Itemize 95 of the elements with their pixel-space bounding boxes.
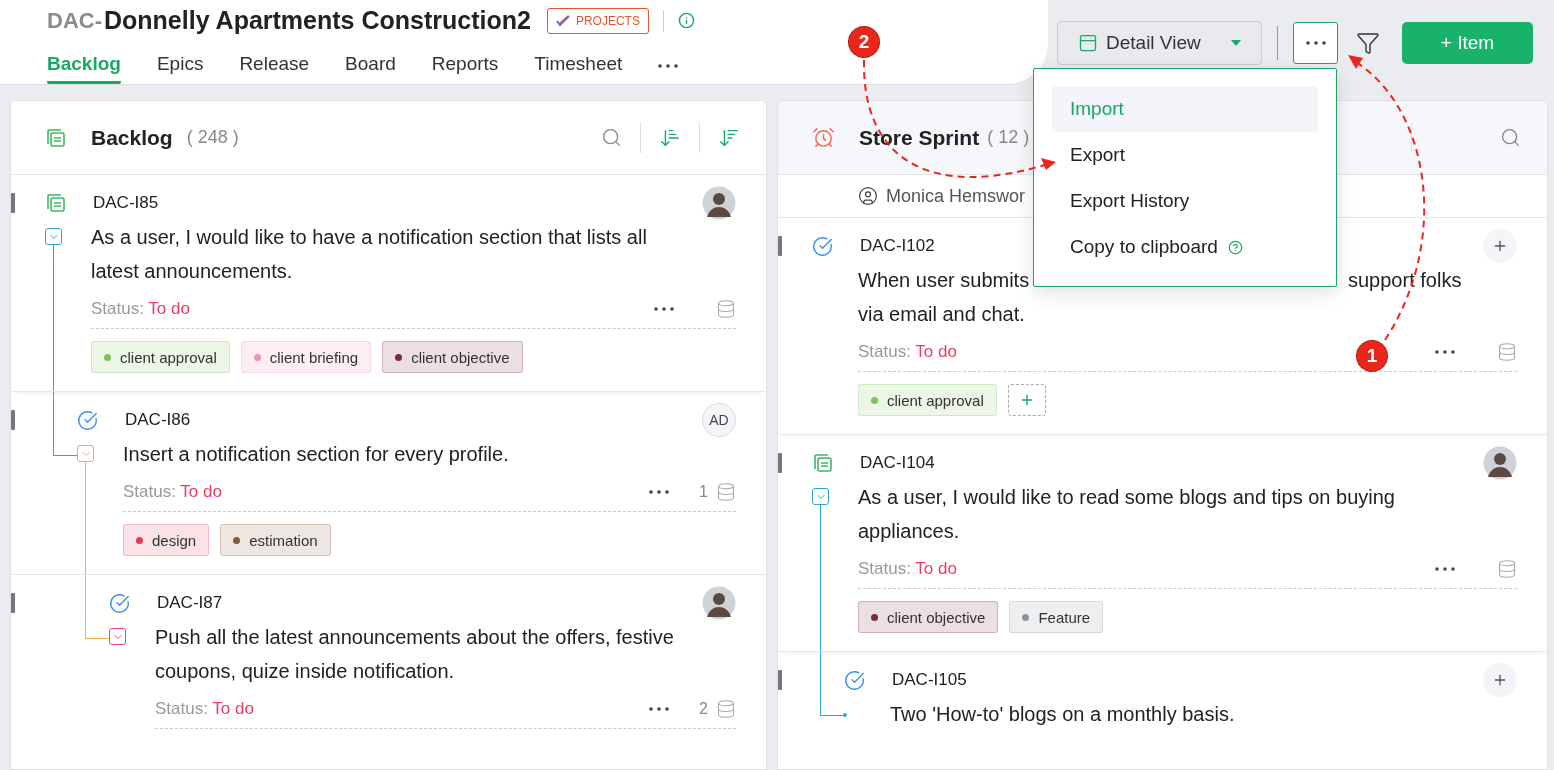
drag-handle[interactable] <box>778 670 782 690</box>
item-id[interactable]: DAC-I105 <box>892 670 967 690</box>
avatar <box>1483 446 1517 480</box>
status-text: Status: To do <box>123 482 222 502</box>
tag: client briefing <box>240 341 372 373</box>
drag-handle[interactable] <box>11 410 15 430</box>
nav-tab[interactable]: Timesheet <box>534 53 623 84</box>
add-assignee-button[interactable] <box>1483 663 1517 697</box>
check-circle-icon <box>812 235 833 257</box>
nav-tab[interactable]: Release <box>239 53 310 84</box>
menu-item[interactable]: Export <box>1052 132 1318 178</box>
document-icon <box>45 126 67 149</box>
more-tabs-icon[interactable] <box>658 64 679 68</box>
add-tag-button[interactable] <box>1007 384 1046 416</box>
item-description: support folks <box>1348 268 1462 293</box>
tag: client objective <box>382 341 523 373</box>
item-id[interactable]: DAC-I104 <box>860 453 935 473</box>
document-icon <box>812 452 834 474</box>
tag: estimation <box>220 524 331 556</box>
filter-icon[interactable] <box>1356 30 1380 55</box>
menu-item[interactable]: Export History <box>1052 178 1318 224</box>
item-id[interactable]: DAC-I87 <box>157 593 223 613</box>
add-assignee-button[interactable] <box>1483 229 1517 263</box>
menu-item[interactable]: Copy to clipboard <box>1052 224 1318 270</box>
more-icon[interactable] <box>654 307 674 311</box>
status-text: Status: To do <box>155 699 254 719</box>
status-text: Status: To do <box>91 299 190 319</box>
more-icon[interactable] <box>1435 567 1455 571</box>
tag: design <box>123 524 210 556</box>
item-description: When user submits <box>858 268 1030 293</box>
item-id[interactable]: DAC-I86 <box>125 410 191 430</box>
nav-tab[interactable]: Epics <box>156 53 204 84</box>
more-icon[interactable] <box>649 707 670 711</box>
nav-tab[interactable]: Reports <box>431 53 499 84</box>
info-icon[interactable] <box>677 12 695 30</box>
collapse-toggle[interactable] <box>109 628 126 645</box>
tag: client approval <box>858 384 997 416</box>
nav-tab[interactable]: Board <box>345 53 396 84</box>
database-icon[interactable] <box>1497 559 1517 579</box>
plus-icon <box>1492 238 1508 254</box>
plus-icon <box>1492 672 1508 688</box>
status-text: Status: To do <box>858 559 957 579</box>
view-dropdown[interactable]: Detail View <box>1057 20 1262 65</box>
caret-icon <box>1230 39 1241 46</box>
search-icon[interactable] <box>601 127 622 148</box>
drag-handle[interactable] <box>778 236 782 256</box>
check-circle-icon <box>109 592 130 614</box>
avatar: AD <box>702 403 736 437</box>
project-title: Donnelly Apartments Construction2 <box>104 6 531 36</box>
projects-badge[interactable]: PROJECTS <box>546 7 649 34</box>
more-icon[interactable] <box>1305 40 1326 45</box>
item-description: via email and chat. <box>858 302 1025 327</box>
avatar <box>702 586 736 620</box>
check-circle-icon <box>77 409 98 431</box>
collapse-toggle[interactable] <box>812 488 829 505</box>
item-id[interactable]: DAC-I85 <box>93 193 159 213</box>
database-icon[interactable] <box>716 482 736 502</box>
item-count: ( 248 ) <box>186 127 239 148</box>
tree-line-end <box>843 713 847 717</box>
tag: client objective <box>858 601 999 633</box>
view-icon <box>1078 32 1098 53</box>
item-description: As a user, I would like to read some blogs and tips on buying appliances. <box>858 485 1396 544</box>
item-id[interactable]: DAC-I102 <box>860 236 935 256</box>
item-count: ( 12 ) <box>987 127 1030 148</box>
sprint-owner: Monica Hemswor <box>886 185 1026 207</box>
avatar <box>702 186 736 220</box>
item-description: Push all the latest announcements about the offers, festive coupons, quize inside notification. <box>155 625 675 684</box>
item-description: Two 'How-to' blogs on a monthly basis. <box>890 702 1236 727</box>
drag-handle[interactable] <box>11 593 15 613</box>
help-icon[interactable] <box>1227 239 1243 255</box>
collapse-toggle[interactable] <box>45 228 62 245</box>
tag: client approval <box>91 341 230 373</box>
tag: Feature <box>1009 601 1104 633</box>
project-prefix: DAC- <box>47 7 102 34</box>
status-text: Status: To do <box>858 342 957 362</box>
drag-handle[interactable] <box>11 193 15 213</box>
item-description: As a user, I would like to have a notification section that lists all latest announcements. <box>91 225 648 284</box>
pencil-check-icon <box>555 14 570 27</box>
count: 1 <box>699 483 708 501</box>
user-icon <box>858 186 878 206</box>
database-icon[interactable] <box>716 699 736 719</box>
item-description: Insert a notification section for every profile. <box>123 442 510 467</box>
panel-title: Store Sprint <box>859 125 980 150</box>
database-icon[interactable] <box>1497 342 1517 362</box>
panel-title: Backlog <box>91 125 173 150</box>
database-icon[interactable] <box>716 299 736 319</box>
collapse-toggle[interactable] <box>77 445 94 462</box>
drag-handle[interactable] <box>778 453 782 473</box>
more-icon[interactable] <box>649 490 670 494</box>
check-circle-icon <box>844 669 865 691</box>
alarm-clock-icon <box>812 126 835 149</box>
search-icon[interactable] <box>1500 127 1521 148</box>
document-icon <box>45 192 67 214</box>
more-icon[interactable] <box>1435 350 1455 354</box>
count: 2 <box>699 700 708 718</box>
